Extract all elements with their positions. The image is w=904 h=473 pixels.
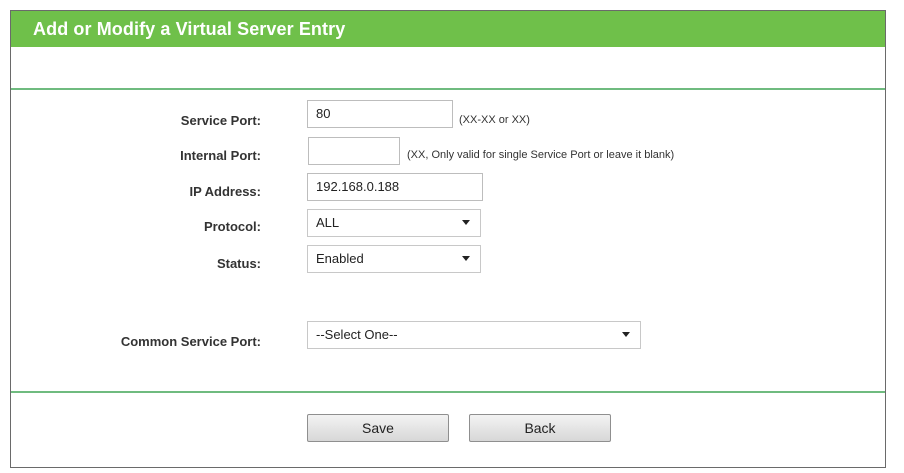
common-service-port-label: Common Service Port: — [120, 334, 261, 349]
common-service-port-selected-value: --Select One-- — [316, 327, 398, 342]
protocol-select[interactable]: ALL — [307, 209, 481, 237]
bottom-divider — [11, 391, 885, 393]
status-selected-value: Enabled — [316, 251, 364, 266]
status-select[interactable]: Enabled — [307, 245, 481, 273]
chevron-down-icon — [622, 332, 630, 337]
protocol-label: Protocol: — [203, 219, 261, 234]
top-divider — [11, 88, 885, 90]
protocol-selected-value: ALL — [316, 215, 340, 230]
back-button[interactable]: Back — [469, 414, 611, 442]
status-label: Status: — [216, 256, 261, 271]
page-title: Add or Modify a Virtual Server Entry — [33, 19, 346, 39]
internal-port-label: Internal Port: — [180, 148, 261, 163]
ip-address-label: IP Address: — [189, 184, 261, 199]
service-port-input[interactable]: 80 — [307, 100, 453, 128]
virtual-server-panel: Add or Modify a Virtual Server Entry Ser… — [10, 10, 886, 468]
internal-port-input[interactable] — [308, 137, 400, 165]
chevron-down-icon — [462, 256, 470, 261]
panel-header: Add or Modify a Virtual Server Entry — [11, 11, 885, 47]
save-button[interactable]: Save — [307, 414, 449, 442]
service-port-hint: (XX-XX or XX) — [459, 114, 530, 126]
chevron-down-icon — [462, 220, 470, 225]
ip-address-input[interactable]: 192.168.0.188 — [307, 173, 483, 201]
internal-port-hint: (XX, Only valid for single Service Port … — [407, 149, 675, 161]
common-service-port-select[interactable]: --Select One-- — [307, 321, 641, 349]
service-port-label: Service Port: — [180, 113, 261, 128]
